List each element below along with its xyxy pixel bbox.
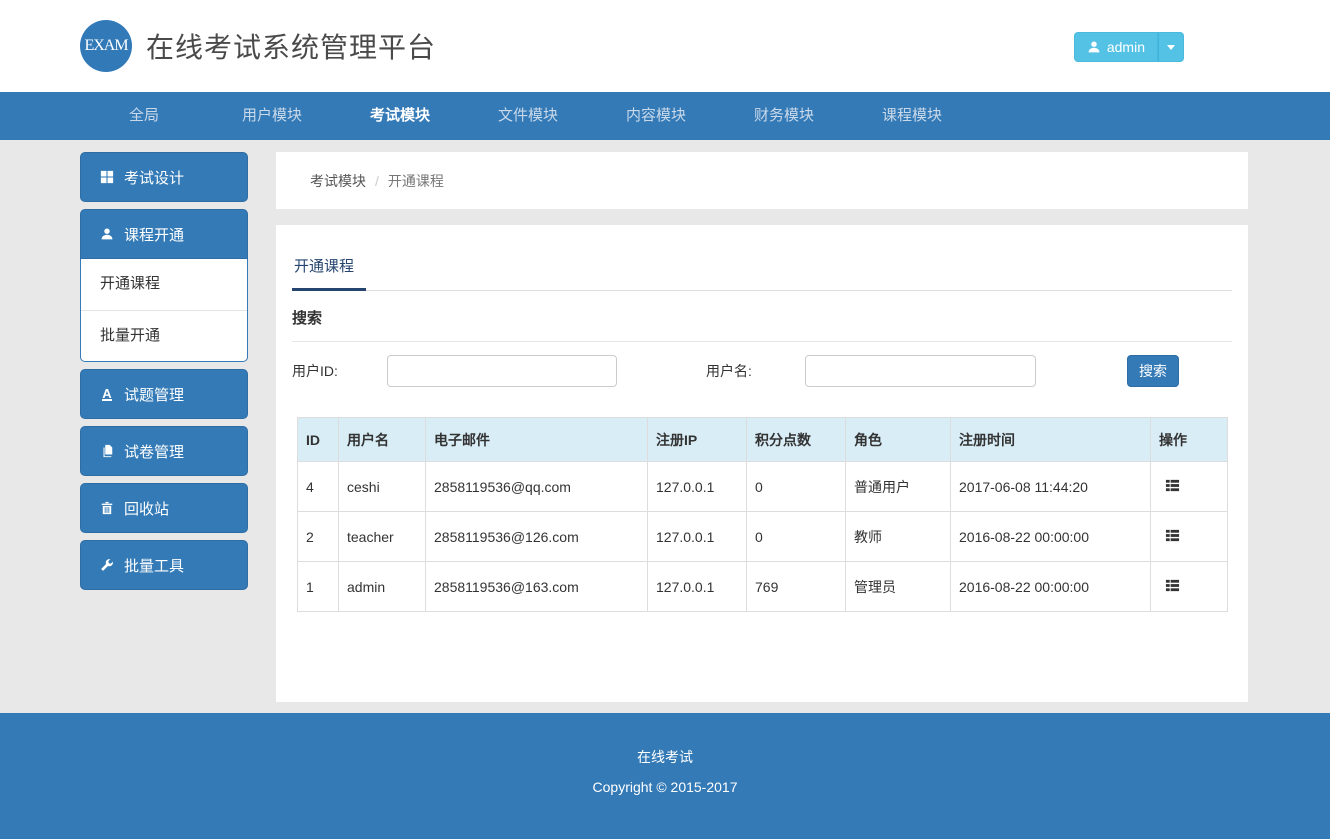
cell-ip: 127.0.0.1	[648, 512, 747, 562]
breadcrumb-current: 开通课程	[388, 171, 444, 191]
sidebar-subitem-batch-open[interactable]: 批量开通	[81, 310, 247, 361]
users-table: ID 用户名 电子邮件 注册IP 积分点数 角色 注册时间 操作 4	[297, 417, 1228, 612]
user-button[interactable]: admin	[1074, 32, 1158, 62]
sidebar-item-question-management[interactable]: A 试题管理	[80, 369, 248, 419]
user-button-label: admin	[1107, 39, 1145, 55]
cell-regtime: 2016-08-22 00:00:00	[951, 562, 1151, 612]
col-header-id: ID	[298, 418, 339, 462]
tab-open-course[interactable]: 开通课程	[292, 243, 366, 291]
col-header-role: 角色	[846, 418, 951, 462]
cell-role: 普通用户	[846, 462, 951, 512]
sidebar-item-label: 试题管理	[124, 384, 184, 405]
sidebar-item-label: 回收站	[124, 498, 169, 519]
breadcrumb-separator: /	[375, 173, 379, 189]
col-header-actions: 操作	[1151, 418, 1228, 462]
sidebar-subitem-open-course[interactable]: 开通课程	[81, 259, 247, 310]
col-header-email: 电子邮件	[426, 418, 648, 462]
tab-bar: 开通课程	[292, 243, 1232, 291]
wrench-icon	[99, 558, 115, 572]
nav-item-finance-module[interactable]: 财务模块	[720, 92, 848, 140]
cell-username: teacher	[339, 512, 426, 562]
cell-email: 2858119536@163.com	[426, 562, 648, 612]
cell-id: 1	[298, 562, 339, 612]
cell-points: 769	[747, 562, 846, 612]
username-label: 用户名:	[706, 361, 805, 381]
sidebar-item-label: 批量工具	[124, 555, 184, 576]
sidebar-item-course-open[interactable]: 课程开通	[80, 209, 248, 259]
breadcrumb: 考试模块 / 开通课程	[276, 152, 1248, 209]
col-header-regtime: 注册时间	[951, 418, 1151, 462]
table-row: 1 admin 2858119536@163.com 127.0.0.1 769…	[298, 562, 1228, 612]
col-header-points: 积分点数	[747, 418, 846, 462]
user-id-label: 用户ID:	[292, 361, 387, 381]
sidebar-item-label: 考试设计	[124, 167, 184, 188]
row-actions-icon[interactable]	[1165, 528, 1180, 543]
breadcrumb-parent[interactable]: 考试模块	[310, 171, 366, 191]
col-header-username: 用户名	[339, 418, 426, 462]
nav-item-file-module[interactable]: 文件模块	[464, 92, 592, 140]
font-icon: A	[99, 388, 115, 401]
sidebar-submenu: 开通课程 批量开通	[80, 259, 248, 362]
logo-text: EXAM	[84, 37, 127, 55]
cell-role: 教师	[846, 512, 951, 562]
page-footer: 在线考试 Copyright © 2015-2017	[0, 713, 1330, 839]
cell-id: 2	[298, 512, 339, 562]
sidebar-group-course-open: 课程开通 开通课程 批量开通	[80, 209, 248, 362]
cell-ip: 127.0.0.1	[648, 562, 747, 612]
col-header-ip: 注册IP	[648, 418, 747, 462]
user-menu: admin	[1074, 32, 1184, 62]
caret-down-icon	[1167, 45, 1175, 50]
app-logo: EXAM	[80, 20, 132, 72]
row-actions-icon[interactable]	[1165, 478, 1180, 493]
cell-ip: 127.0.0.1	[648, 462, 747, 512]
nav-item-user-module[interactable]: 用户模块	[208, 92, 336, 140]
cell-username: ceshi	[339, 462, 426, 512]
sidebar-item-exam-design[interactable]: 考试设计	[80, 152, 248, 202]
sidebar-item-batch-tools[interactable]: 批量工具	[80, 540, 248, 590]
footer-copyright: Copyright © 2015-2017	[0, 779, 1330, 795]
table-row: 4 ceshi 2858119536@qq.com 127.0.0.1 0 普通…	[298, 462, 1228, 512]
table-header-row: ID 用户名 电子邮件 注册IP 积分点数 角色 注册时间 操作	[298, 418, 1228, 462]
search-section-title: 搜索	[292, 307, 1232, 342]
footer-site-name: 在线考试	[0, 747, 1330, 767]
sidebar-item-recycle-bin[interactable]: 回收站	[80, 483, 248, 533]
search-form: 用户ID: 用户名: 搜索	[292, 355, 1232, 387]
cell-id: 4	[298, 462, 339, 512]
app-header: EXAM 在线考试系统管理平台 admin	[0, 0, 1330, 92]
search-button[interactable]: 搜索	[1127, 355, 1179, 387]
cell-regtime: 2016-08-22 00:00:00	[951, 512, 1151, 562]
row-actions-icon[interactable]	[1165, 578, 1180, 593]
grid-icon	[99, 170, 115, 184]
sidebar-item-label: 试卷管理	[124, 441, 184, 462]
cell-email: 2858119536@qq.com	[426, 462, 648, 512]
cell-points: 0	[747, 512, 846, 562]
user-dropdown-toggle[interactable]	[1158, 32, 1184, 62]
trash-icon	[99, 501, 115, 515]
page-title: 在线考试系统管理平台	[146, 26, 436, 66]
table-row: 2 teacher 2858119536@126.com 127.0.0.1 0…	[298, 512, 1228, 562]
sidebar-item-label: 课程开通	[124, 224, 184, 245]
sidebar-item-paper-management[interactable]: 试卷管理	[80, 426, 248, 476]
main-panel: 开通课程 搜索 用户ID: 用户名: 搜索	[276, 225, 1248, 702]
cell-username: admin	[339, 562, 426, 612]
nav-item-course-module[interactable]: 课程模块	[848, 92, 976, 140]
nav-item-exam-module[interactable]: 考试模块	[336, 92, 464, 140]
copy-icon	[99, 444, 115, 458]
cell-role: 管理员	[846, 562, 951, 612]
cell-points: 0	[747, 462, 846, 512]
sidebar: 考试设计 课程开通 开通课程 批量开通 A 试题管理	[80, 152, 248, 702]
username-input[interactable]	[805, 355, 1036, 387]
user-id-input[interactable]	[387, 355, 617, 387]
nav-item-content-module[interactable]: 内容模块	[592, 92, 720, 140]
main-navbar: 全局 用户模块 考试模块 文件模块 内容模块 财务模块 课程模块	[0, 92, 1330, 140]
user-icon	[1087, 40, 1101, 54]
user-icon	[99, 227, 115, 241]
cell-email: 2858119536@126.com	[426, 512, 648, 562]
cell-regtime: 2017-06-08 11:44:20	[951, 462, 1151, 512]
nav-item-global[interactable]: 全局	[80, 92, 208, 140]
